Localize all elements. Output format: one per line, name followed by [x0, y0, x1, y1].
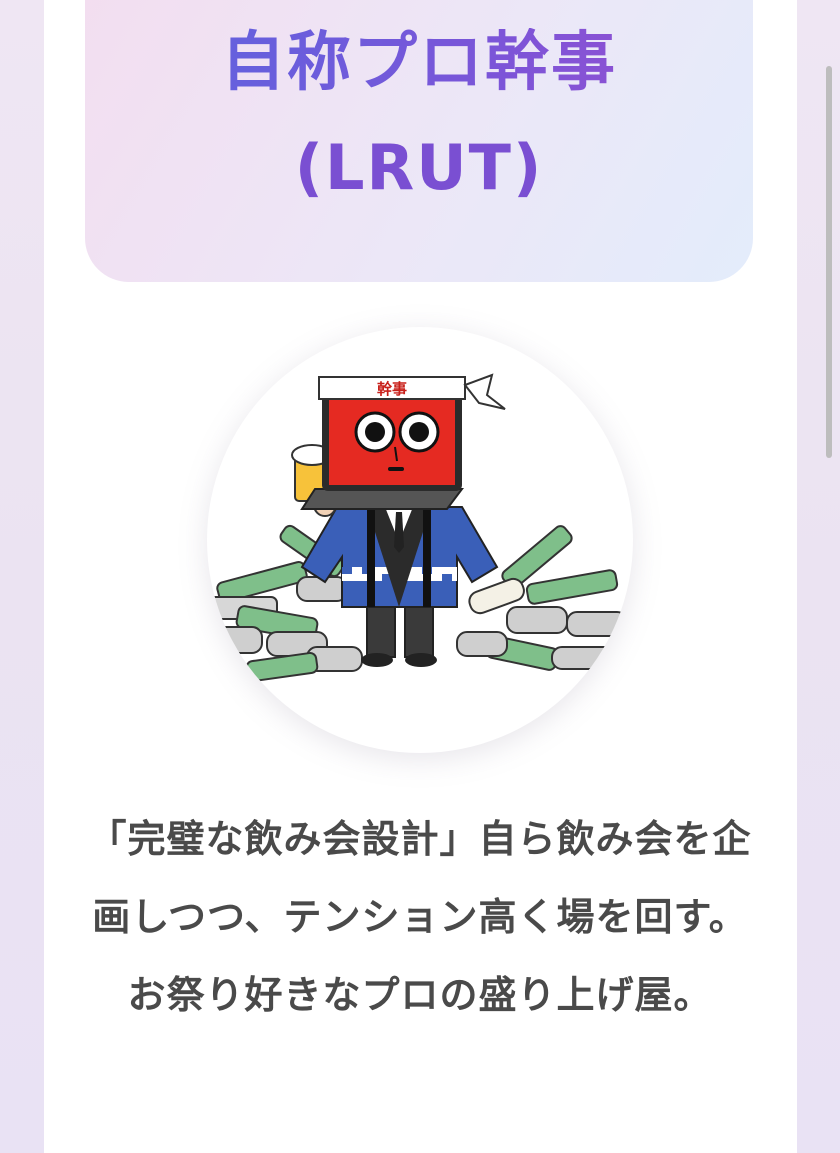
mascot-illustration: 幹事: [207, 373, 628, 682]
left-leg: [366, 601, 396, 658]
right-shoe: [405, 653, 437, 667]
profile-handle: (LRUT): [294, 131, 544, 204]
avatar: 幹事: [207, 327, 633, 753]
profile-description: 「完璧な飲み会設計」自ら飲み会を企画しつつ、テンション高く場を回す。お祭り好きな…: [88, 817, 752, 1017]
profile-title: 自称プロ幹事: [85, 28, 753, 98]
left-shoe: [361, 653, 393, 667]
headband-label: 幹事: [377, 380, 407, 398]
right-leg: [404, 601, 434, 658]
laptop-head: 幹事: [300, 373, 506, 510]
scrollbar[interactable]: [826, 66, 832, 458]
